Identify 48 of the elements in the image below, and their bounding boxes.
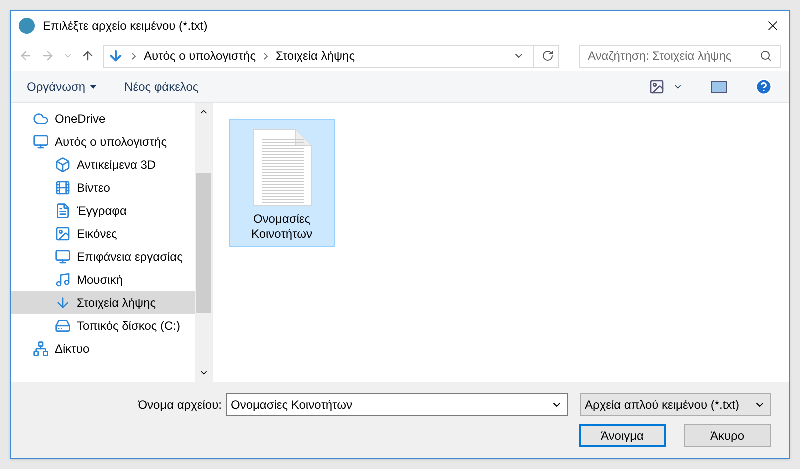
up-icon[interactable] [81,49,95,63]
sidebar-item[interactable]: Αντικείμενα 3D [11,153,195,176]
open-button[interactable]: Άνοιγμα [579,424,666,447]
file-name: Ονομασίες Κοινοτήτων [250,212,314,242]
monitor-icon [55,248,71,264]
caret-icon [90,84,97,88]
music-note-icon [55,272,71,288]
filename-field[interactable]: Ονομασίες Κοινοτήτων [226,393,568,416]
search-icon [760,50,772,62]
app-icon [19,18,35,34]
sidebar-item[interactable]: Δίκτυο [11,337,195,360]
sidebar-item[interactable]: Τοπικός δίσκος (C:) [11,314,195,337]
cloud-icon [33,110,49,126]
sidebar-item[interactable]: Έγγραφα [11,199,195,222]
sidebar-item[interactable]: Εικόνες [11,222,195,245]
scrollbar[interactable] [195,103,212,382]
chevron-icon [132,52,136,60]
address-bar[interactable]: Αυτός ο υπολογιστής Στοιχεία λήψης [103,44,559,68]
sidebar-item[interactable]: OneDrive [11,107,195,130]
breadcrumb[interactable]: Αυτός ο υπολογιστής [144,47,256,65]
view-icon[interactable] [649,78,665,94]
network-icon [33,340,49,356]
organize-button[interactable]: Οργάνωση [27,78,97,96]
down-arrow-icon [55,294,71,310]
file-item[interactable]: Ονομασίες Κοινοτήτων [229,119,335,247]
breadcrumb[interactable]: Στοιχεία λήψης [276,47,356,65]
sidebar-item[interactable]: Επιφάνεια εργασίας [11,245,195,268]
new-folder-button[interactable]: Νέος φάκελος [124,78,199,96]
preview-pane-icon[interactable] [711,80,727,92]
document-icon [55,202,71,218]
chevron-icon [264,52,268,60]
monitor-icon [33,134,49,150]
sidebar-item[interactable]: Βίντεο [11,176,195,199]
refresh-icon[interactable] [542,50,554,62]
picture-icon [55,226,71,242]
drive-icon [55,318,71,334]
window-title: Επιλέξτε αρχείο κειμένου (*.txt) [43,18,209,35]
sidebar-item[interactable]: Αυτός ο υπολογιστής [11,130,195,153]
cube-icon [55,156,71,172]
sidebar-item[interactable]: Στοιχεία λήψης [11,291,195,314]
filename-label: Όνομα αρχείου: [138,396,222,414]
scroll-thumb[interactable] [196,172,211,312]
help-icon[interactable] [755,78,773,96]
film-icon [55,180,71,196]
filter-dropdown[interactable]: Αρχεία απλού κειμένου (*.txt) [580,393,771,416]
cancel-button[interactable]: Άκυρο [684,424,771,447]
sidebar-item[interactable]: Μουσική [11,268,195,291]
search-field[interactable]: Αναζήτηση: Στοιχεία λήψης [579,44,781,68]
